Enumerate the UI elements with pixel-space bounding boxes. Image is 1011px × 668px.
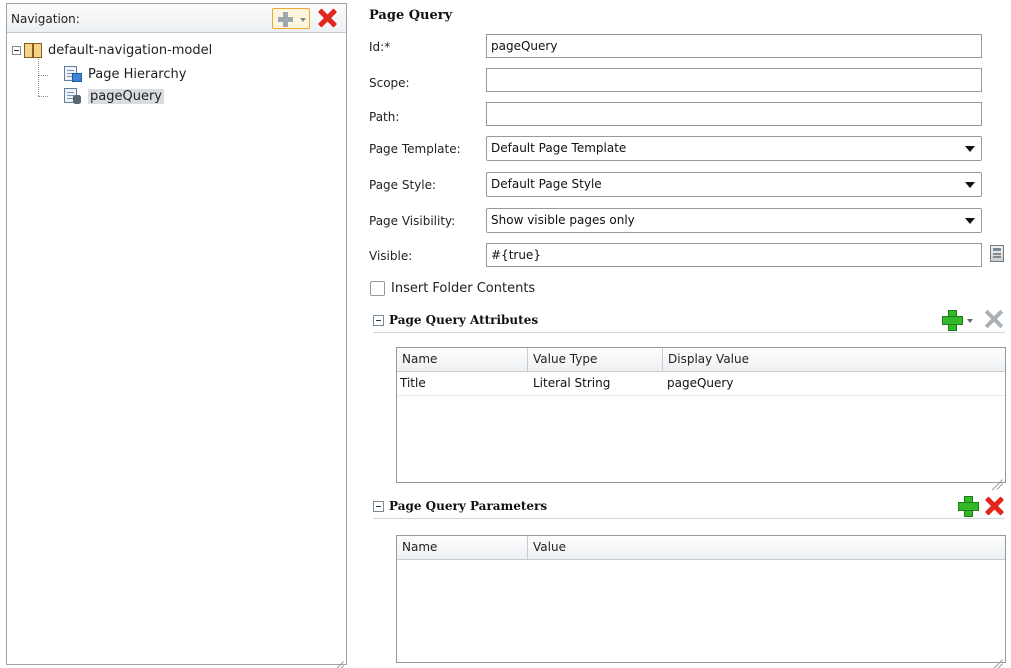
table-header: Name Value Type Display Value	[397, 348, 1005, 372]
add-parameter-icon[interactable]	[958, 496, 979, 517]
delete-attribute-icon[interactable]	[985, 310, 1003, 328]
add-attribute-icon[interactable]	[942, 310, 963, 331]
delete-icon[interactable]	[318, 9, 336, 27]
cell-value-type: Literal String	[533, 376, 611, 390]
parameters-table: Name Value	[396, 535, 1006, 663]
column-header-display-value[interactable]: Display Value	[663, 348, 1005, 371]
tree-connector	[38, 96, 48, 97]
visible-field[interactable]	[486, 243, 982, 267]
insert-folder-contents-checkbox[interactable]	[370, 281, 385, 296]
attributes-section-header[interactable]: Page Query Attributes	[373, 311, 538, 329]
expression-builder-icon[interactable]	[990, 245, 1004, 262]
collapse-toggle-icon[interactable]	[373, 500, 384, 512]
scope-field[interactable]	[486, 68, 982, 92]
page-template-select[interactable]: Default Page Template	[486, 136, 982, 161]
path-label: Path:	[369, 110, 400, 124]
page-template-label: Page Template:	[369, 142, 461, 156]
path-field[interactable]	[486, 102, 982, 126]
tree-connector	[38, 75, 48, 76]
scope-label: Scope:	[369, 76, 410, 90]
table-header: Name Value	[397, 536, 1005, 560]
tree-item-page-query[interactable]: pageQuery	[64, 87, 164, 105]
collapse-toggle-icon[interactable]	[373, 314, 384, 326]
parameters-section-header[interactable]: Page Query Parameters	[373, 497, 547, 515]
column-header-value-type[interactable]: Value Type	[528, 348, 663, 371]
navigation-panel: Navigation: default-navigation-model Pag…	[6, 3, 347, 665]
collapse-toggle-icon[interactable]	[12, 45, 21, 55]
attributes-table: Name Value Type Display Value Title Lite…	[396, 347, 1006, 483]
chevron-down-icon	[965, 182, 975, 188]
tree-item-label: pageQuery	[88, 88, 164, 104]
column-header-name[interactable]: Name	[397, 536, 528, 559]
column-header-value[interactable]: Value	[528, 536, 1005, 559]
page-query-icon	[64, 87, 82, 105]
delete-parameter-icon[interactable]	[985, 497, 1003, 515]
navigation-title: Navigation:	[11, 12, 80, 26]
id-label: Id:*	[369, 40, 391, 54]
book-icon	[24, 42, 42, 58]
page-hierarchy-icon	[64, 65, 82, 83]
tree-item-page-hierarchy[interactable]: Page Hierarchy	[64, 65, 186, 83]
tree-root-label: default-navigation-model	[48, 42, 213, 58]
section-divider	[373, 332, 1005, 333]
tree-item-label: Page Hierarchy	[88, 66, 187, 82]
page-title: Page Query	[369, 8, 453, 23]
column-header-name[interactable]: Name	[397, 348, 528, 371]
page-template-value: Default Page Template	[491, 141, 627, 155]
page-style-label: Page Style:	[369, 178, 437, 192]
section-divider	[373, 518, 1005, 519]
dropdown-arrow-icon	[300, 18, 306, 22]
cell-display-value: pageQuery	[667, 376, 734, 390]
table-row[interactable]: Title Literal String pageQuery	[397, 372, 1005, 396]
dropdown-arrow-icon[interactable]	[967, 319, 973, 323]
chevron-down-icon	[965, 146, 975, 152]
page-style-value: Default Page Style	[491, 177, 602, 191]
attributes-section-title: Page Query Attributes	[389, 313, 539, 327]
page-visibility-select[interactable]: Show visible pages only	[486, 208, 982, 233]
page-visibility-value: Show visible pages only	[491, 213, 635, 227]
parameters-section-title: Page Query Parameters	[389, 499, 548, 513]
add-navigation-item-button[interactable]	[272, 8, 310, 29]
tree-root-item[interactable]: default-navigation-model	[12, 41, 212, 59]
resize-grip[interactable]	[332, 650, 344, 662]
visible-label: Visible:	[369, 249, 413, 263]
page-style-select[interactable]: Default Page Style	[486, 172, 982, 197]
id-field[interactable]	[486, 34, 982, 58]
cell-name: Title	[400, 376, 426, 390]
resize-grip[interactable]	[991, 468, 1003, 480]
resize-grip[interactable]	[991, 648, 1003, 660]
insert-folder-contents-label: Insert Folder Contents	[391, 281, 536, 296]
page-visibility-label: Page Visibility:	[369, 214, 456, 228]
add-icon	[277, 11, 294, 28]
chevron-down-icon	[965, 218, 975, 224]
navigation-header: Navigation:	[7, 4, 346, 33]
